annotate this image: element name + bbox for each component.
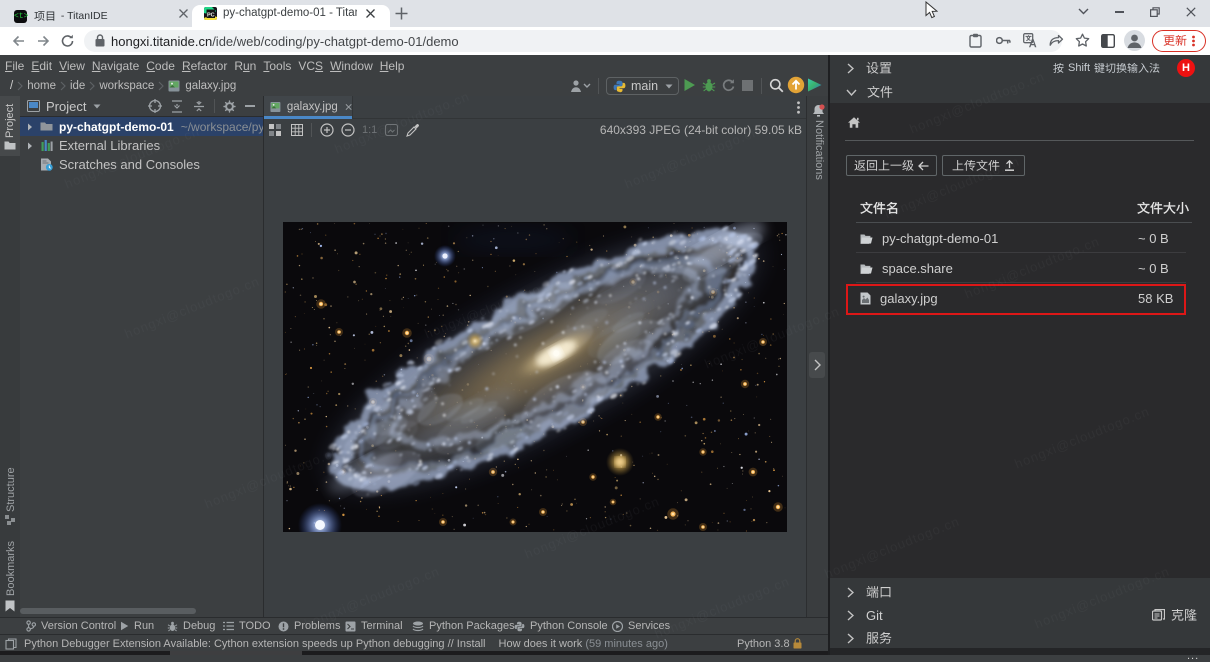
svg-text:PC: PC: [207, 12, 215, 18]
